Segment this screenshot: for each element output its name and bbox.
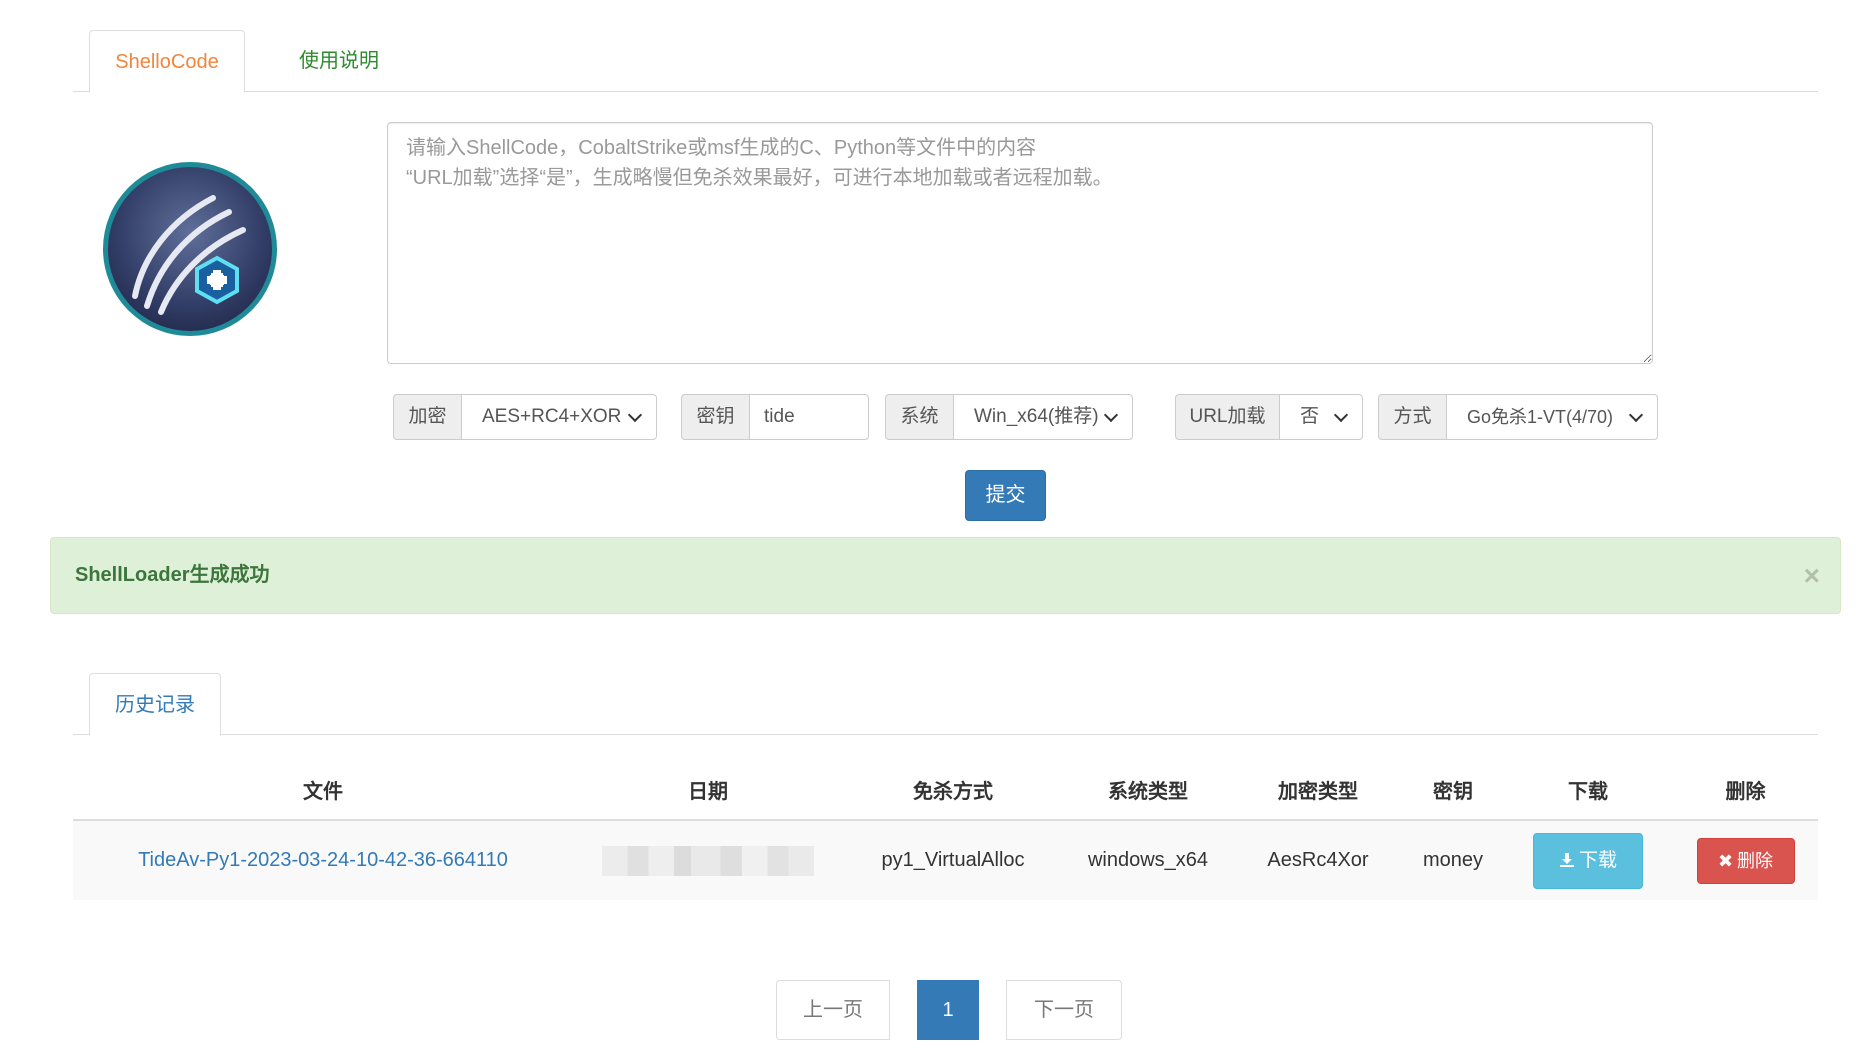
method-label: 方式 [1378, 394, 1446, 440]
method-group: 方式 Go免杀1-VT(4/70) [1378, 394, 1658, 440]
column-header-system: 系统类型 [1063, 760, 1233, 821]
pagination-prev[interactable]: 上一页 [776, 980, 890, 1040]
delete-label: 删除 [1737, 850, 1774, 871]
success-alert: ShellLoader生成成功 × [50, 537, 1841, 614]
cell-method: py1_VirtualAlloc [843, 820, 1063, 900]
key-label: 密钥 [681, 394, 749, 440]
shellcode-input[interactable] [387, 122, 1653, 364]
encrypt-select[interactable]: AES+RC4+XOR [461, 394, 657, 440]
column-header-key: 密钥 [1403, 760, 1503, 821]
table-row: TideAv-Py1-2023-03-24-10-42-36-664110 py… [73, 820, 1818, 900]
table-header-row: 文件 日期 免杀方式 系统类型 加密类型 密钥 下载 删除 [73, 760, 1818, 821]
url-load-group: URL加载 否 [1175, 394, 1363, 440]
encrypt-group: 加密 AES+RC4+XOR [393, 394, 657, 440]
cell-encrypt: AesRc4Xor [1233, 820, 1403, 900]
close-icon[interactable]: × [1804, 538, 1820, 613]
date-redacted [602, 845, 814, 876]
url-load-select[interactable]: 否 [1279, 394, 1363, 440]
submit-button[interactable]: 提交 [965, 470, 1046, 521]
encrypt-label: 加密 [393, 394, 461, 440]
system-group: 系统 Win_x64(推荐) [885, 394, 1133, 440]
system-select[interactable]: Win_x64(推荐) [953, 394, 1133, 440]
key-input[interactable] [749, 394, 869, 440]
alert-message: ShellLoader生成成功 [75, 564, 270, 586]
history-table: 文件 日期 免杀方式 系统类型 加密类型 密钥 下载 删除 TideAv-Py1… [73, 760, 1818, 900]
delete-icon: ✖ [1717, 850, 1734, 871]
tab-shellcode[interactable]: ShelloCode [89, 30, 245, 93]
pagination-current-page[interactable]: 1 [917, 980, 979, 1040]
history-tabs: 历史记录 [73, 673, 1818, 736]
system-label: 系统 [885, 394, 953, 440]
tab-usage-guide[interactable]: 使用说明 [269, 30, 409, 92]
method-select[interactable]: Go免杀1-VT(4/70) [1446, 394, 1658, 440]
pagination-next[interactable]: 下一页 [1006, 980, 1122, 1040]
delete-button[interactable]: ✖ 删除 [1696, 837, 1795, 884]
column-header-file: 文件 [73, 760, 573, 821]
download-label: 下载 [1578, 849, 1617, 871]
url-load-label: URL加载 [1175, 394, 1279, 440]
download-icon [1559, 834, 1575, 888]
download-button[interactable]: 下载 [1533, 832, 1643, 889]
column-header-method: 免杀方式 [843, 760, 1063, 821]
main-tabs: ShelloCode 使用说明 [73, 30, 1818, 93]
cell-system: windows_x64 [1063, 820, 1233, 900]
column-header-encrypt: 加密类型 [1233, 760, 1403, 821]
app-logo [103, 162, 277, 336]
column-header-delete: 删除 [1673, 760, 1818, 821]
key-group: 密钥 [681, 394, 869, 440]
cell-key: money [1403, 820, 1503, 900]
column-header-date: 日期 [573, 760, 843, 821]
file-link[interactable]: TideAv-Py1-2023-03-24-10-42-36-664110 [138, 849, 508, 871]
tab-history[interactable]: 历史记录 [89, 673, 221, 736]
column-header-download: 下载 [1503, 760, 1673, 821]
